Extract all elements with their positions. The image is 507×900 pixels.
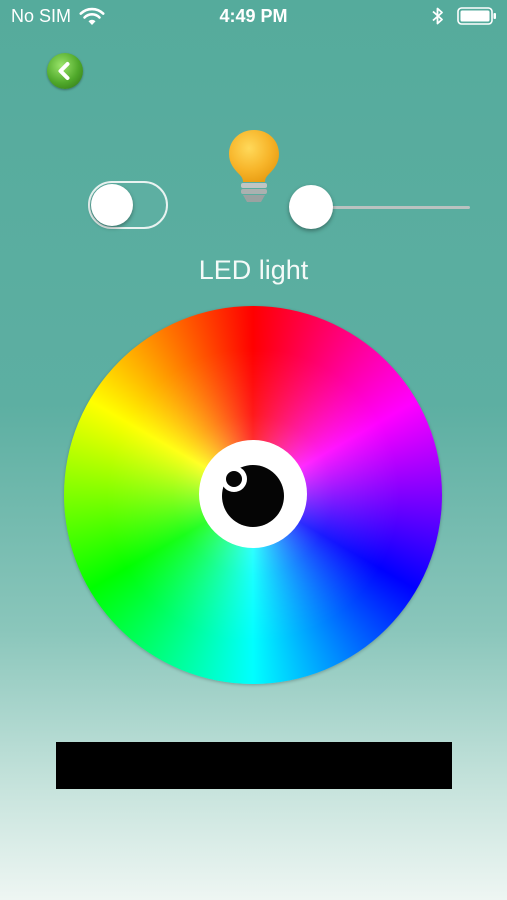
status-bar: No SIM 4:49 PM [0, 0, 507, 36]
battery-icon [457, 7, 496, 25]
selected-color-preview [56, 742, 452, 789]
color-selector-handle[interactable] [221, 466, 247, 492]
color-selector-dot [226, 471, 242, 487]
toggle-knob [91, 184, 133, 226]
back-button[interactable] [47, 53, 83, 89]
brightness-slider[interactable] [289, 183, 472, 231]
slider-thumb[interactable] [289, 185, 333, 229]
color-wheel[interactable] [64, 306, 442, 684]
bluetooth-icon [432, 7, 443, 25]
light-bulb-icon [229, 130, 279, 202]
page-title: LED light [198, 255, 309, 285]
status-right [431, 6, 497, 26]
power-toggle[interactable] [88, 181, 168, 229]
chevron-left-icon [58, 62, 70, 80]
wheel-center [199, 440, 307, 548]
